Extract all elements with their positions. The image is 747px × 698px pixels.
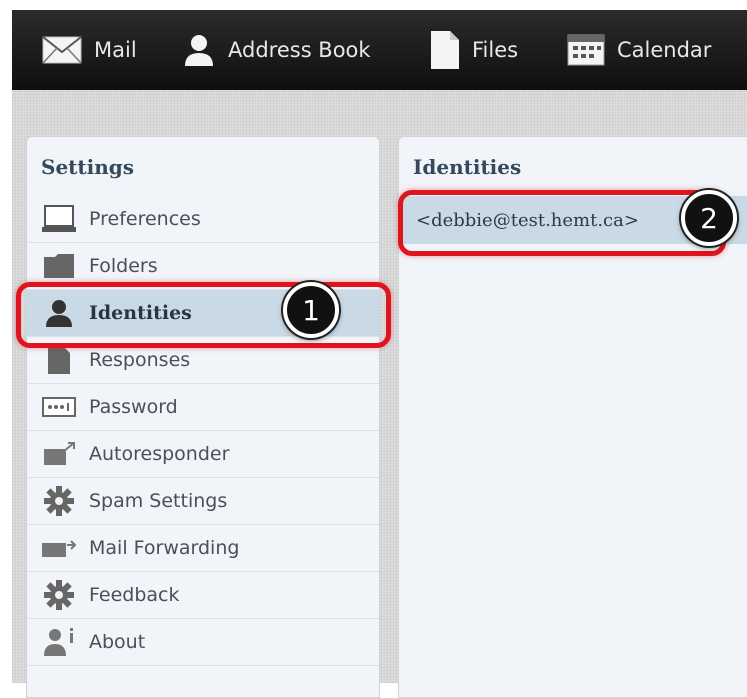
- settings-title: Settings: [41, 155, 135, 179]
- nav-files-label: Files: [472, 38, 519, 62]
- document-icon: [41, 345, 77, 375]
- password-icon: [41, 397, 77, 417]
- nav-calendar-label: Calendar: [617, 38, 712, 62]
- settings-item-about[interactable]: About: [27, 619, 379, 666]
- autoresponder-icon: [41, 441, 77, 467]
- nav-address-book[interactable]: Address Book: [182, 10, 371, 90]
- settings-item-mail-forwarding[interactable]: Mail Forwarding: [27, 525, 379, 572]
- nav-address-book-label: Address Book: [228, 38, 371, 62]
- highlight-identity-row: [398, 190, 726, 256]
- settings-item-preferences[interactable]: Preferences: [27, 196, 379, 243]
- settings-item-autoresponder[interactable]: Autoresponder: [27, 431, 379, 478]
- top-navigation-bar: Mail Address Book Files Calendar: [12, 10, 747, 90]
- monitor-icon: [41, 205, 77, 233]
- document-icon: [430, 30, 460, 70]
- settings-item-feedback[interactable]: Feedback: [27, 572, 379, 619]
- nav-calendar[interactable]: Calendar: [567, 10, 711, 90]
- nav-mail-label: Mail: [94, 38, 137, 62]
- envelope-icon: [42, 36, 82, 64]
- nav-files[interactable]: Files: [430, 10, 518, 90]
- settings-item-password[interactable]: Password: [27, 384, 379, 431]
- gear-icon: [41, 486, 77, 516]
- person-icon: [182, 33, 216, 67]
- settings-item-spam-settings[interactable]: Spam Settings: [27, 478, 379, 525]
- folder-icon: [41, 253, 77, 279]
- calendar-icon: [567, 34, 605, 66]
- callout-badge-1: 1: [283, 282, 339, 338]
- nav-mail[interactable]: Mail: [42, 10, 137, 90]
- callout-badge-2: 2: [681, 190, 737, 246]
- forward-icon: [41, 537, 77, 559]
- identities-title: Identities: [413, 155, 522, 179]
- info-person-icon: [41, 627, 77, 657]
- gear-icon: [41, 580, 77, 610]
